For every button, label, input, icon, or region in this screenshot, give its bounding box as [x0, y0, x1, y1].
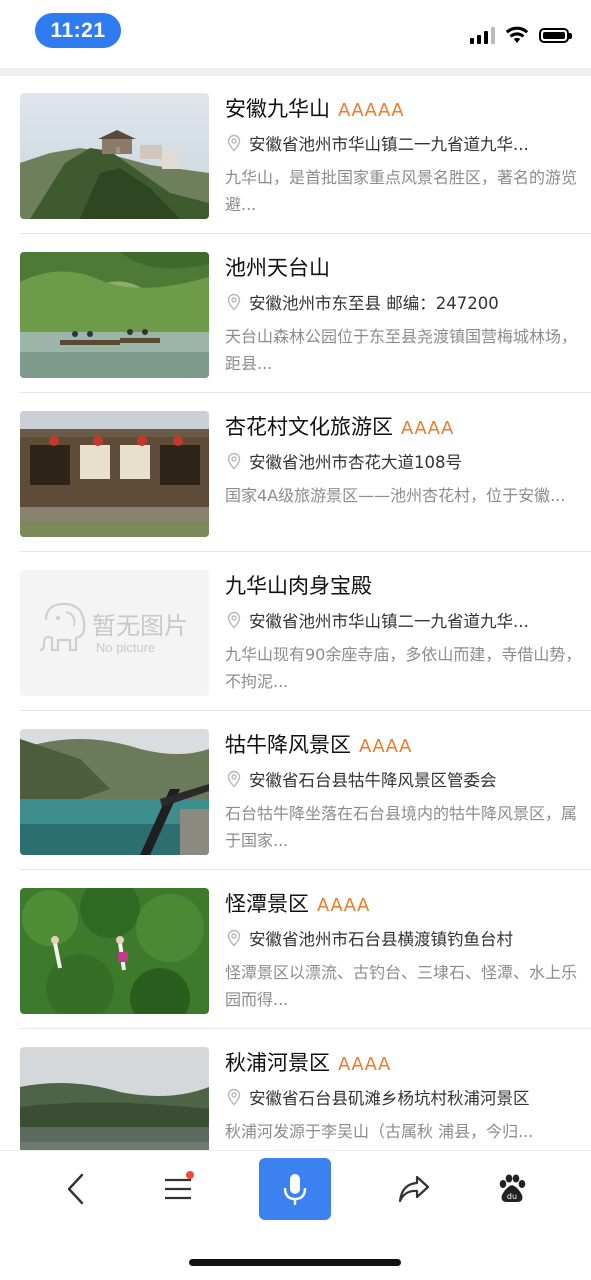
- back-icon: [67, 1173, 84, 1205]
- thumbnail-image[interactable]: [20, 93, 209, 219]
- item-description: 怪潭景区以漂流、古钓台、三埭石、怪潭、水上乐园而得...: [225, 963, 578, 1009]
- item-info: 怪潭景区 AAAA 安徽省池州市石台县横渡镇钓鱼台村 怪潭景区以漂流、古钓台、三…: [225, 888, 585, 1013]
- location-pin-icon: [227, 134, 241, 152]
- menu-icon: [165, 1178, 191, 1200]
- share-icon: [398, 1175, 430, 1203]
- battery-icon: [539, 27, 572, 43]
- signal-icon: [470, 26, 495, 44]
- list-item[interactable]: 安徽九华山 AAAAA 安徽省池州市华山镇二一九省道九华... 九华山，是首批国…: [20, 76, 591, 234]
- item-title[interactable]: 秋浦河景区: [225, 1047, 330, 1077]
- thumbnail-image[interactable]: [20, 411, 209, 537]
- item-title[interactable]: 安徽九华山: [225, 93, 330, 123]
- list-item[interactable]: 牯牛降风景区 AAAA 安徽省石台县牯牛降风景区管委会 石台牯牛降坐落在石台县境…: [20, 712, 591, 870]
- svg-text:du: du: [507, 1192, 517, 1201]
- item-description: 九华山，是首批国家重点风景名胜区，著名的游览避...: [225, 168, 578, 214]
- item-address: 安徽省池州市石台县横渡镇钓鱼台村: [249, 930, 513, 949]
- item-title[interactable]: 池州天台山: [225, 252, 330, 282]
- back-button[interactable]: [46, 1159, 106, 1219]
- item-title[interactable]: 怪潭景区: [225, 888, 309, 918]
- item-title[interactable]: 杏花村文化旅游区: [225, 411, 393, 441]
- list-item[interactable]: 怪潭景区 AAAA 安徽省池州市石台县横渡镇钓鱼台村 怪潭景区以漂流、古钓台、三…: [20, 871, 591, 1029]
- thumbnail-image[interactable]: [20, 729, 209, 855]
- list-item[interactable]: 池州天台山 安徽池州市东至县 邮编：247200 天台山森林公园位于东至县尧渡镇…: [20, 235, 591, 393]
- item-address: 安徽省池州市华山镇二一九省道九华...: [249, 612, 529, 631]
- thumbnail-image[interactable]: [20, 1047, 209, 1150]
- item-info: 秋浦河景区 AAAA 安徽省石台县矶滩乡杨坑村秋浦河景区 秋浦河发源于李吴山（古…: [225, 1047, 585, 1150]
- item-address: 安徽省石台县牯牛降风景区管委会: [249, 771, 497, 790]
- rating-badge: AAAA: [338, 1054, 391, 1075]
- location-pin-icon: [227, 293, 241, 311]
- item-description: 国家4A级旅游景区——池州杏花村，位于安徽...: [225, 486, 566, 505]
- thumbnail-image[interactable]: [20, 888, 209, 1014]
- location-pin-icon: [227, 452, 241, 470]
- item-description: 九华山现有90余座寺庙，多依山而建，寺借山势，不拘泥...: [225, 645, 582, 691]
- item-info: 牯牛降风景区 AAAA 安徽省石台县牯牛降风景区管委会 石台牯牛降坐落在石台县境…: [225, 729, 585, 854]
- item-description: 秋浦河发源于李吴山（古属秋 浦县，今归...: [225, 1122, 534, 1141]
- location-pin-icon: [227, 929, 241, 947]
- elephant-icon: [39, 602, 86, 652]
- list-item[interactable]: 暂无图片 No picture 九华山肉身宝殿 安徽省池州市华山镇二一九省道九华…: [20, 553, 591, 711]
- item-description: 石台牯牛降坐落在石台县境内的牯牛降风景区，属于国家...: [225, 804, 578, 850]
- list-item[interactable]: 秋浦河景区 AAAA 安徽省石台县矶滩乡杨坑村秋浦河景区 秋浦河发源于李吴山（古…: [20, 1030, 591, 1150]
- item-info: 杏花村文化旅游区 AAAA 安徽省池州市杏花大道108号 国家4A级旅游景区——…: [225, 411, 585, 536]
- item-info: 安徽九华山 AAAAA 安徽省池州市华山镇二一九省道九华... 九华山，是首批国…: [225, 93, 585, 218]
- thumbnail-image[interactable]: [20, 252, 209, 378]
- voice-search-button[interactable]: [259, 1158, 331, 1220]
- no-picture-subtext: No picture: [96, 640, 156, 655]
- rating-badge: AAAA: [401, 418, 454, 439]
- wifi-icon: [505, 26, 529, 43]
- location-pin-icon: [227, 770, 241, 788]
- scenic-spot-list[interactable]: 安徽九华山 AAAAA 安徽省池州市华山镇二一九省道九华... 九华山，是首批国…: [0, 76, 591, 1150]
- notification-dot: [186, 1171, 194, 1179]
- baidu-button[interactable]: du: [482, 1159, 542, 1219]
- status-time[interactable]: 11:21: [35, 13, 121, 48]
- status-bar: 11:21: [0, 0, 591, 66]
- list-item[interactable]: 杏花村文化旅游区 AAAA 安徽省池州市杏花大道108号 国家4A级旅游景区——…: [20, 394, 591, 552]
- item-address: 安徽省池州市杏花大道108号: [249, 453, 462, 472]
- top-divider: [0, 68, 591, 76]
- no-picture-placeholder[interactable]: 暂无图片 No picture: [20, 570, 209, 696]
- location-pin-icon: [227, 611, 241, 629]
- item-description: 天台山森林公园位于东至县尧渡镇国营梅城林场，距县...: [225, 327, 578, 373]
- menu-button[interactable]: [148, 1159, 208, 1219]
- item-info: 池州天台山 安徽池州市东至县 邮编：247200 天台山森林公园位于东至县尧渡镇…: [225, 252, 585, 377]
- item-address: 安徽池州市东至县 邮编：247200: [249, 294, 499, 313]
- rating-badge: AAAA: [359, 736, 412, 757]
- baidu-paw-icon: du: [499, 1174, 526, 1202]
- bottom-toolbar: du: [0, 1150, 591, 1231]
- mic-icon: [283, 1174, 307, 1205]
- rating-badge: AAAAA: [338, 100, 405, 121]
- item-title[interactable]: 牯牛降风景区: [225, 729, 351, 759]
- share-button[interactable]: [384, 1159, 444, 1219]
- item-title[interactable]: 九华山肉身宝殿: [225, 570, 372, 600]
- item-address: 安徽省石台县矶滩乡杨坑村秋浦河景区: [249, 1089, 530, 1108]
- location-pin-icon: [227, 1088, 241, 1106]
- no-picture-text: 暂无图片: [92, 612, 188, 640]
- home-indicator: [189, 1259, 401, 1266]
- rating-badge: AAAA: [317, 895, 370, 916]
- item-info: 九华山肉身宝殿 安徽省池州市华山镇二一九省道九华... 九华山现有90余座寺庙，…: [225, 570, 585, 695]
- item-address: 安徽省池州市华山镇二一九省道九华...: [249, 135, 529, 154]
- status-icons: [470, 26, 572, 44]
